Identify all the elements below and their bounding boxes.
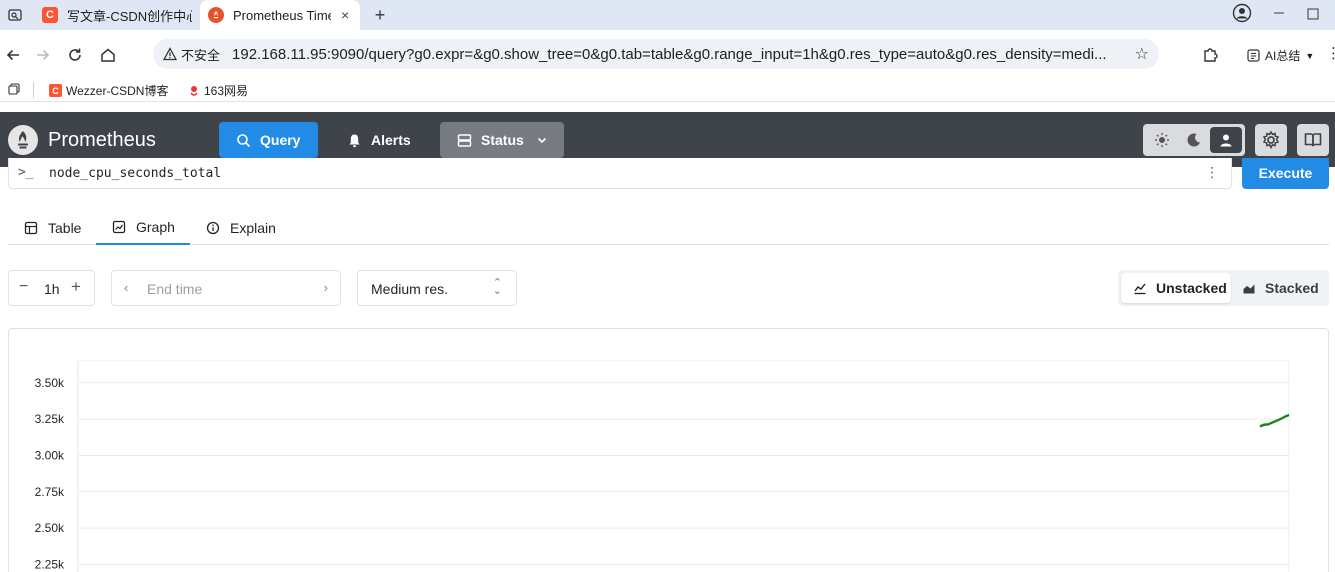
y-tick-label: 2.25k — [35, 557, 65, 571]
y-tick-label: 2.50k — [35, 521, 65, 535]
terminal-prompt-icon: >_ — [18, 165, 34, 180]
tab-label: Graph — [136, 218, 175, 235]
documentation-book-icon[interactable] — [1297, 124, 1329, 156]
theme-switcher — [1143, 124, 1245, 156]
tab-explain[interactable]: Explain — [206, 210, 296, 245]
series-line — [1259, 413, 1290, 427]
end-time-placeholder: End time — [147, 281, 203, 297]
resolution-select[interactable]: Medium res. ⌃ ⌄ — [357, 270, 517, 306]
stacked-label: Stacked — [1265, 280, 1319, 296]
tab-title: 写文章-CSDN创作中心 — [67, 8, 192, 24]
forward-icon[interactable] — [32, 44, 54, 66]
reload-icon[interactable] — [64, 44, 86, 66]
chevron-right-icon[interactable]: › — [324, 280, 328, 295]
time-series-chart[interactable]: 3.50k 3.25k 3.00k 2.75k 2.50k 2.25k — [9, 329, 1328, 572]
increase-range-button[interactable]: + — [71, 277, 81, 297]
sun-icon[interactable] — [1146, 127, 1178, 153]
end-time-input[interactable]: ‹ End time › — [111, 270, 341, 306]
nav-alerts-label: Alerts — [371, 132, 411, 148]
nav-status-dropdown[interactable]: Status — [440, 122, 564, 158]
ai-summary-label: AI总结 — [1265, 49, 1301, 63]
tab-label: Table — [48, 219, 82, 236]
chevron-updown-icon: ⌃ ⌄ — [492, 277, 502, 297]
maximize-icon[interactable] — [1307, 7, 1319, 23]
brand-title[interactable]: Prometheus — [48, 129, 156, 152]
ai-summary-button[interactable]: AI总结 ▼ — [1246, 47, 1314, 64]
server-icon — [457, 133, 472, 147]
unstacked-button[interactable]: Unstacked — [1121, 273, 1231, 303]
execute-button[interactable]: Execute — [1242, 158, 1329, 189]
bookmark-label: Wezzer-CSDN博客 — [66, 84, 169, 98]
line-chart-icon — [1134, 283, 1146, 295]
tab-groups-icon[interactable] — [8, 83, 20, 95]
minimize-icon[interactable] — [1273, 5, 1285, 21]
home-icon[interactable] — [97, 44, 119, 66]
tab-table[interactable]: Table — [24, 210, 103, 245]
more-menu-icon[interactable]: ⋮ — [1326, 44, 1335, 62]
prometheus-logo-icon[interactable] — [8, 125, 38, 155]
chart-icon — [112, 220, 126, 233]
info-icon — [206, 221, 220, 234]
chevron-left-icon[interactable]: ‹ — [124, 280, 128, 295]
prometheus-favicon-icon — [208, 7, 224, 23]
nav-alerts-button[interactable]: Alerts — [337, 122, 427, 158]
table-icon — [24, 221, 38, 234]
decrease-range-button[interactable]: − — [19, 278, 28, 296]
bookmark-163[interactable]: 163网易 — [187, 82, 248, 99]
url-text[interactable]: 192.168.11.95:9090/query?g0.expr=&g0.sho… — [232, 46, 1127, 63]
expression-text[interactable]: node_cpu_seconds_total — [49, 166, 221, 181]
y-tick-label: 3.25k — [35, 412, 65, 426]
search-icon — [237, 133, 251, 147]
nav-query-button[interactable]: Query — [219, 122, 318, 158]
bookmark-csdn[interactable]: C Wezzer-CSDN博客 — [49, 82, 168, 99]
tab-title: Prometheus Time — [233, 7, 331, 23]
new-tab-button[interactable]: + — [369, 4, 391, 26]
back-icon[interactable] — [2, 44, 24, 66]
ai-summary-icon — [1247, 49, 1260, 62]
resolution-value: Medium res. — [371, 281, 449, 297]
bell-icon — [349, 134, 360, 147]
security-warning[interactable]: 不安全 — [163, 45, 220, 64]
chevron-down-icon — [537, 137, 546, 144]
warning-icon — [163, 47, 177, 61]
range-value[interactable]: 1h — [44, 281, 60, 297]
moon-icon[interactable] — [1178, 127, 1210, 153]
bookmark-star-icon[interactable]: ☆ — [1135, 44, 1149, 64]
browser-toolbar: 不安全 192.168.11.95:9090/query?g0.expr=&g0… — [0, 30, 1335, 78]
tab-graph[interactable]: Graph — [96, 210, 190, 245]
stacked-button[interactable]: Stacked — [1242, 273, 1326, 303]
address-bar[interactable]: 不安全 192.168.11.95:9090/query?g0.expr=&g0… — [153, 39, 1159, 69]
panel-tabs: Table Graph Explain — [8, 210, 1329, 245]
chevron-down-icon: ▼ — [1305, 50, 1315, 61]
settings-gear-icon[interactable] — [1255, 124, 1287, 156]
y-tick-label: 3.50k — [35, 376, 65, 390]
profile-icon[interactable] — [1232, 3, 1252, 26]
insecure-label: 不安全 — [181, 47, 221, 63]
browser-tab-bar: C 写文章-CSDN创作中心 Prometheus Time × + — [0, 0, 1335, 30]
csdn-favicon-icon: C — [42, 7, 58, 23]
bookmark-divider — [33, 82, 34, 98]
bookmarks-bar: C Wezzer-CSDN博客 163网易 — [0, 78, 1335, 102]
bookmark-label: 163网易 — [204, 84, 249, 98]
nav-status-label: Status — [481, 132, 524, 148]
tab-label: Explain — [230, 219, 276, 236]
netease-favicon-icon — [187, 84, 200, 97]
nav-query-label: Query — [260, 132, 301, 148]
tab-close-icon[interactable]: × — [341, 7, 349, 23]
tab-search-icon[interactable] — [4, 4, 26, 26]
graph-panel: 3.50k 3.25k 3.00k 2.75k 2.50k 2.25k — [8, 328, 1329, 572]
user-icon[interactable] — [1210, 127, 1242, 153]
stack-mode-toggle: Unstacked Stacked — [1118, 270, 1329, 306]
expression-input[interactable]: >_ node_cpu_seconds_total ⋮ — [8, 158, 1232, 189]
y-tick-label: 2.75k — [35, 485, 65, 499]
area-chart-icon — [1243, 284, 1255, 294]
browser-tab-csdn[interactable]: C 写文章-CSDN创作中心 — [30, 0, 200, 30]
y-tick-label: 3.00k — [35, 448, 65, 462]
csdn-favicon-icon: C — [49, 84, 62, 97]
browser-tab-prometheus[interactable]: Prometheus Time × — [200, 0, 360, 30]
unstacked-label: Unstacked — [1156, 280, 1227, 296]
extensions-icon[interactable] — [1202, 45, 1220, 67]
range-input: − 1h + — [8, 270, 95, 306]
more-options-icon[interactable]: ⋮ — [1205, 164, 1219, 181]
